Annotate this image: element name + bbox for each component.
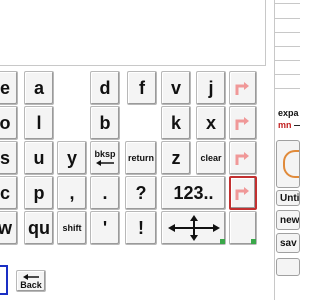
- turn-right-arrow-icon: [235, 117, 249, 130]
- key-label: u: [33, 147, 45, 168]
- key-v[interactable]: v: [161, 71, 191, 105]
- new-button[interactable]: new: [276, 210, 300, 230]
- extra-button[interactable]: [276, 258, 300, 276]
- save-button[interactable]: sav: [276, 233, 300, 253]
- cursor-arrows-icon: [167, 215, 220, 241]
- return-key[interactable]: return: [125, 141, 157, 175]
- new-label: new: [280, 214, 300, 226]
- back-button[interactable]: Back: [16, 270, 46, 292]
- turn-right-arrow-icon: [235, 152, 249, 165]
- left-arrow-icon: [95, 159, 114, 166]
- redirect-key-row3[interactable]: [229, 141, 257, 175]
- key-label: .: [102, 182, 108, 203]
- key-s[interactable]: s: [0, 141, 18, 175]
- key-l[interactable]: l: [24, 106, 54, 140]
- key-label: ': [102, 217, 108, 238]
- status-dot: [220, 239, 225, 244]
- mn-text: mn: [278, 120, 292, 130]
- key-exclamation[interactable]: !: [125, 211, 157, 245]
- key-u[interactable]: u: [24, 141, 54, 175]
- key-label: qu: [28, 217, 50, 238]
- key-label: v: [170, 77, 181, 98]
- untitled-field[interactable]: Untitle: [276, 190, 300, 206]
- dash-icon: —: [292, 120, 300, 130]
- key-label: p: [33, 182, 45, 203]
- key-question[interactable]: ?: [125, 176, 157, 210]
- key-a[interactable]: a: [24, 71, 54, 105]
- turn-right-arrow-icon: [235, 82, 249, 95]
- avatar: [283, 150, 299, 178]
- key-label: d: [99, 77, 111, 98]
- shift-label: shift: [62, 223, 82, 233]
- key-label: o: [0, 112, 11, 133]
- backspace-label: bksp: [94, 148, 116, 159]
- key-o[interactable]: o: [0, 106, 18, 140]
- redirect-key-row2[interactable]: [229, 106, 257, 140]
- key-comma[interactable]: ,: [57, 176, 87, 210]
- key-label: !: [138, 217, 144, 238]
- expand-label: expa: [278, 108, 299, 118]
- save-label: sav: [280, 237, 297, 249]
- key-label: l: [36, 112, 42, 133]
- key-k[interactable]: k: [161, 106, 191, 140]
- key-e[interactable]: e: [0, 71, 18, 105]
- key-label: z: [171, 147, 181, 168]
- key-b[interactable]: b: [90, 106, 120, 140]
- key-label: ,: [69, 182, 75, 203]
- back-label: Back: [20, 280, 42, 290]
- cursor-move-key[interactable]: [161, 211, 226, 245]
- key-label: j: [208, 77, 214, 98]
- text-display-area[interactable]: [0, 0, 266, 66]
- key-label: x: [205, 112, 216, 133]
- key-y[interactable]: y: [57, 141, 87, 175]
- key-z[interactable]: z: [161, 141, 191, 175]
- numbers-mode-key[interactable]: 123..: [161, 176, 226, 210]
- redirect-key-row1[interactable]: [229, 71, 257, 105]
- clear-label: clear: [200, 153, 222, 163]
- key-label: s: [0, 147, 10, 168]
- key-apostrophe[interactable]: ': [90, 211, 120, 245]
- key-label: f: [139, 77, 145, 98]
- key-label: k: [170, 112, 181, 133]
- turn-right-arrow-icon: [235, 187, 249, 200]
- key-d[interactable]: d: [90, 71, 120, 105]
- key-f[interactable]: f: [127, 71, 157, 105]
- untitled-label: Untitle: [280, 192, 300, 204]
- blank-key[interactable]: [229, 211, 257, 245]
- status-dot: [251, 239, 256, 244]
- shift-key[interactable]: shift: [57, 211, 87, 245]
- backspace-key[interactable]: bksp: [90, 141, 120, 175]
- key-label: y: [66, 147, 77, 168]
- key-w[interactable]: w: [0, 211, 18, 245]
- key-c[interactable]: c: [0, 176, 18, 210]
- key-qu[interactable]: qu: [24, 211, 54, 245]
- key-label: b: [99, 112, 111, 133]
- clear-key[interactable]: clear: [196, 141, 226, 175]
- return-label: return: [127, 153, 154, 163]
- key-p[interactable]: p: [24, 176, 54, 210]
- redirect-key-row4-selected[interactable]: [229, 176, 257, 210]
- key-label: a: [33, 77, 44, 98]
- key-label: c: [0, 182, 10, 203]
- mn-label: mn —: [278, 120, 300, 132]
- key-j[interactable]: j: [196, 71, 226, 105]
- key-label: ?: [135, 182, 147, 203]
- key-label: w: [0, 217, 12, 238]
- key-label: e: [0, 77, 10, 98]
- numbers-mode-label: 123..: [173, 182, 214, 203]
- key-x[interactable]: x: [196, 106, 226, 140]
- selected-button[interactable]: [0, 265, 8, 295]
- key-period[interactable]: .: [90, 176, 120, 210]
- avatar-box[interactable]: [276, 140, 300, 188]
